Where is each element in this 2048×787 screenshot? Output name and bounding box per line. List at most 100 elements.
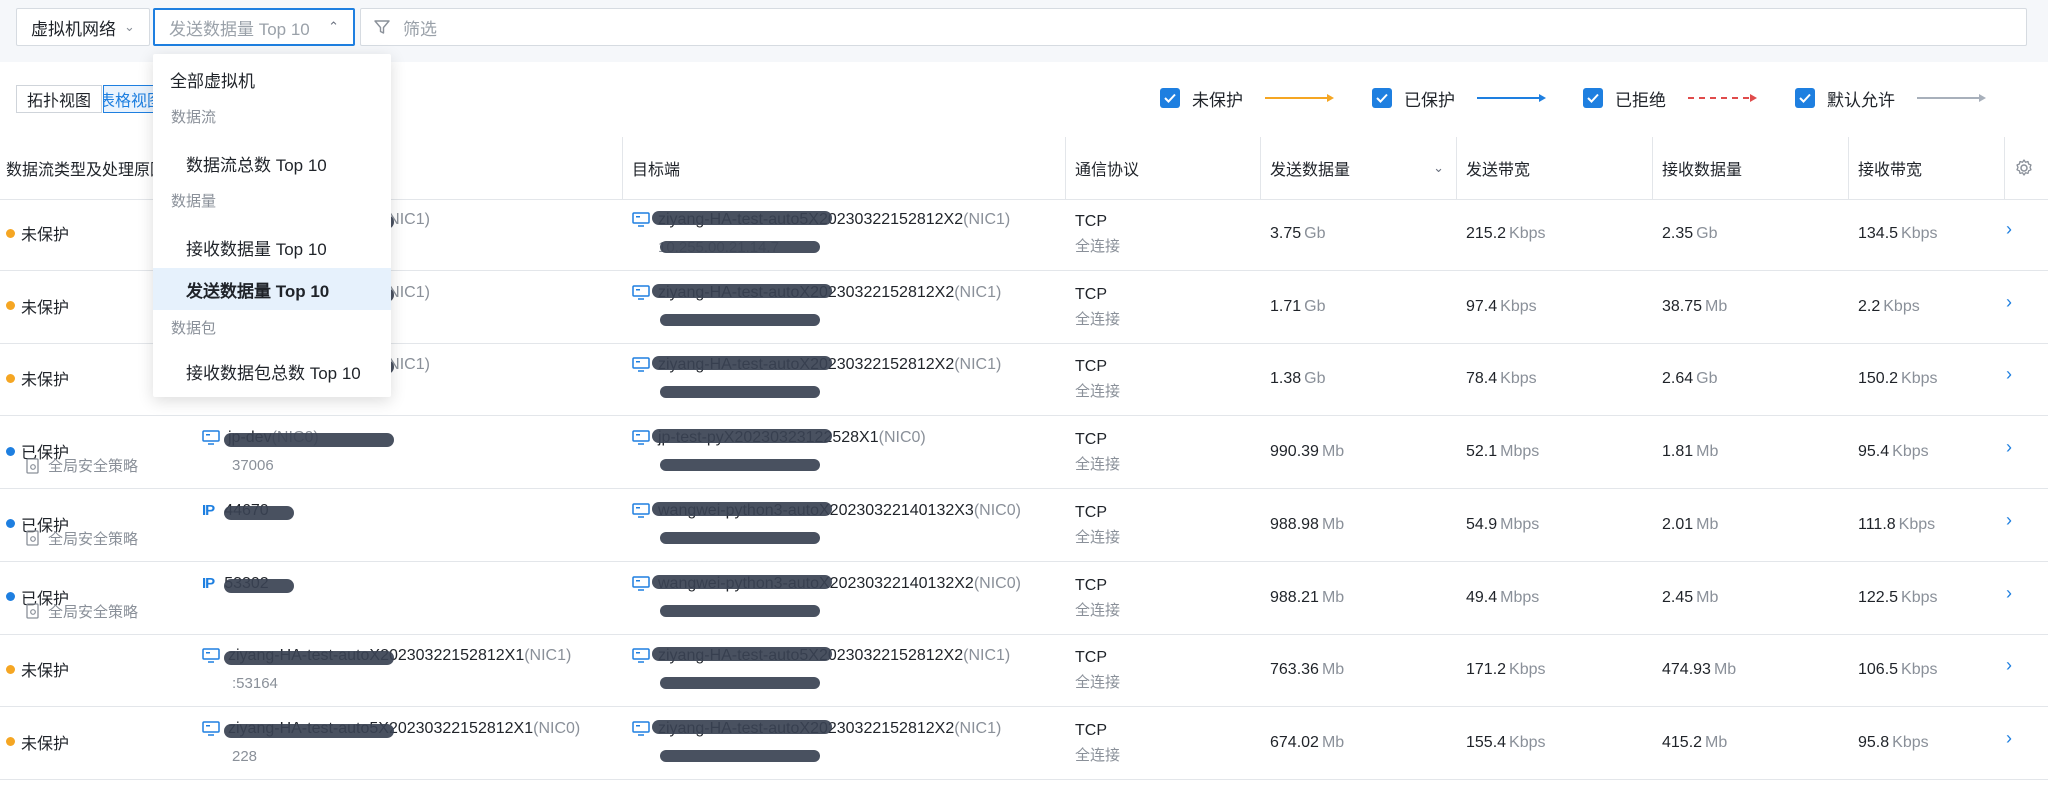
send-volume-value: 3.75 xyxy=(1270,225,1302,242)
column-divider xyxy=(1065,137,1066,199)
recv-volume-value: 38.75 xyxy=(1662,297,1703,315)
target-nic: (NIC1) xyxy=(963,647,1011,665)
chevron-right-icon[interactable]: › xyxy=(2006,437,2012,458)
send-bandwidth-unit: Kbps xyxy=(1500,297,1537,315)
vm-icon xyxy=(632,575,650,591)
send-bandwidth-unit: Kbps xyxy=(1500,370,1537,388)
target-nic: (NIC1) xyxy=(954,356,1002,374)
option-send-volume-top10[interactable]: 发送数据量 Top 10 xyxy=(153,268,391,310)
send-bandwidth: 78.4 Kbps xyxy=(1466,370,1537,388)
redaction-mark xyxy=(660,313,820,326)
option-all-vms[interactable]: 全部虚拟机 xyxy=(153,59,391,99)
target-nic: (NIC0) xyxy=(973,501,1021,519)
top-metric-select[interactable]: 发送数据量 Top 10 ⌃ xyxy=(153,8,355,46)
recv-bandwidth: 134.5 Kbps xyxy=(1858,225,1938,243)
chevron-right-icon[interactable]: › xyxy=(2006,510,2012,531)
recv-volume: 2.64 Gb xyxy=(1662,370,1717,388)
option-recv-volume-top10[interactable]: 接收数据量 Top 10 xyxy=(153,227,391,267)
redaction-mark xyxy=(652,647,832,662)
chevron-right-icon[interactable]: › xyxy=(2006,292,2012,313)
header-recv-volume[interactable]: 接收数据量 xyxy=(1652,137,1848,199)
status-label: 未保护 xyxy=(21,663,70,681)
sort-desc-icon[interactable]: ⌄ xyxy=(1433,160,1444,176)
legend-protected[interactable]: 已保护 xyxy=(1372,86,1547,110)
network-select[interactable]: 虚拟机网络 ⌄ xyxy=(16,8,150,46)
vm-icon xyxy=(632,284,650,300)
table-row[interactable]: 未保护 ziyang-HA-test-auto5X20230322152812X… xyxy=(0,708,2048,780)
topology-view-button[interactable]: 拓扑视图 xyxy=(16,85,102,113)
send-bandwidth-unit: Kbps xyxy=(1509,225,1546,242)
table-row[interactable]: 已保护 全局安全策略 jp-dev(NIC0) 37006 jp-test-py… xyxy=(0,417,2048,490)
recv-bandwidth-unit: Kbps xyxy=(1901,370,1938,388)
checkbox-checked-icon[interactable] xyxy=(1160,88,1180,108)
recv-volume-unit: Mb xyxy=(1696,588,1719,606)
recv-bandwidth: 2.2 Kbps xyxy=(1858,298,1920,316)
header-send-volume[interactable]: 发送数据量 ⌄ xyxy=(1260,137,1456,199)
redaction-mark xyxy=(224,433,394,448)
connection-type: 全连接 xyxy=(1075,310,1121,328)
header-recv-bandwidth[interactable]: 接收带宽 xyxy=(1848,137,2004,199)
send-volume-unit: Mb xyxy=(1321,661,1345,679)
table-view-button[interactable]: 表格视图 xyxy=(103,85,159,113)
checkbox-checked-icon[interactable] xyxy=(1372,88,1392,108)
protocol: TCP xyxy=(1075,503,1107,521)
send-volume: 988.98 Mb xyxy=(1270,516,1344,534)
checkbox-checked-icon[interactable] xyxy=(1795,88,1815,108)
filter-input[interactable]: 筛选 xyxy=(360,8,2027,46)
chevron-right-icon[interactable]: › xyxy=(2006,728,2012,749)
table-row[interactable]: 已保护 全局安全策略 IP44670 wangwei-python3-autoX… xyxy=(0,490,2048,562)
header-send-bandwidth[interactable]: 发送带宽 xyxy=(1456,137,1652,199)
recv-volume-value: 1.81 xyxy=(1662,443,1694,461)
recv-bandwidth-value: 106.5 xyxy=(1858,661,1899,679)
redaction-mark xyxy=(652,356,832,371)
recv-volume-unit: Mb xyxy=(1696,443,1719,461)
recv-bandwidth: 111.8 Kbps xyxy=(1858,516,1935,534)
header-target[interactable]: 目标端 xyxy=(622,137,1062,199)
connection-type: 全连接 xyxy=(1075,456,1121,474)
send-volume-value: 1.71 xyxy=(1270,297,1302,315)
vm-icon xyxy=(632,503,650,518)
header-send-volume-label: 发送数据量 xyxy=(1270,162,1351,179)
checkbox-checked-icon[interactable] xyxy=(1583,88,1603,108)
redaction-mark xyxy=(652,429,832,444)
chevron-right-icon[interactable]: › xyxy=(2006,364,2012,385)
column-divider xyxy=(1652,137,1653,199)
table-row[interactable]: 已保护 全局安全策略 IP53302 wangwei-python3-autoX… xyxy=(0,563,2048,635)
target-nic: (NIC0) xyxy=(878,429,926,447)
protocol-cell: TCP 全连接 xyxy=(1075,286,1120,329)
option-flow-total-top10[interactable]: 数据流总数 Top 10 xyxy=(153,143,391,183)
redaction-mark xyxy=(652,211,832,225)
column-divider xyxy=(1260,137,1261,199)
recv-volume-value: 2.64 xyxy=(1662,370,1694,388)
protocol-cell: TCP 全连接 xyxy=(1075,431,1120,474)
recv-bandwidth: 95.4 Kbps xyxy=(1858,443,1929,461)
group-volume: 数据量 xyxy=(171,192,217,210)
group-flow: 数据流 xyxy=(171,108,217,126)
legend-unprotected[interactable]: 未保护 xyxy=(1160,86,1335,110)
column-settings[interactable] xyxy=(2004,137,2048,199)
recv-bandwidth: 122.5 Kbps xyxy=(1858,589,1938,607)
recv-volume: 415.2 Mb xyxy=(1662,734,1727,752)
send-bandwidth: 215.2 Kbps xyxy=(1466,225,1546,243)
table-row[interactable]: 未保护 ziyang-HA-test-autoX20230322152812X1… xyxy=(0,635,2048,708)
legend-default-allow[interactable]: 默认允许 xyxy=(1795,86,1987,110)
status-dot xyxy=(6,373,15,383)
chevron-right-icon[interactable]: › xyxy=(2006,655,2012,676)
vm-icon xyxy=(632,212,650,227)
send-bandwidth: 52.1 Mbps xyxy=(1466,443,1539,461)
recv-bandwidth: 95.8 Kbps xyxy=(1858,734,1929,752)
option-recv-packet-top10[interactable]: 接收数据包总数 Top 10 xyxy=(153,351,391,391)
gear-icon[interactable] xyxy=(2014,158,2034,178)
chevron-right-icon[interactable]: › xyxy=(2006,583,2012,604)
send-bandwidth: 49.4 Mbps xyxy=(1466,589,1539,607)
chevron-right-icon[interactable]: › xyxy=(2006,219,2012,240)
recv-volume-unit: Gb xyxy=(1696,225,1718,242)
protocol: TCP xyxy=(1075,721,1107,739)
legend-label: 未保护 xyxy=(1192,90,1243,110)
group-packet: 数据包 xyxy=(171,319,217,337)
header-protocol[interactable]: 通信协议 xyxy=(1065,137,1260,199)
send-bandwidth-unit: Mbps xyxy=(1500,515,1540,533)
status-label: 未保护 xyxy=(21,227,70,244)
legend-denied[interactable]: 已拒绝 xyxy=(1583,86,1758,110)
send-volume-value: 988.21 xyxy=(1270,588,1319,606)
